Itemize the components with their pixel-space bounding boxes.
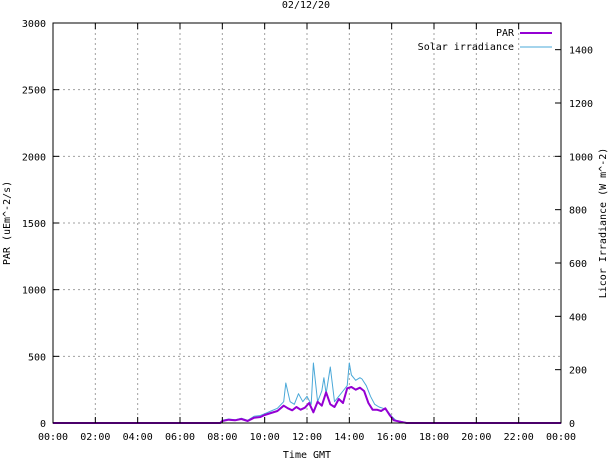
x-tick-label: 14:00 [334, 432, 364, 443]
legend-label-par: PAR [496, 28, 515, 39]
y2-tick-label: 1200 [569, 99, 593, 110]
grid [53, 23, 561, 423]
x-tick-label: 22:00 [504, 432, 534, 443]
x-tick-label: 16:00 [377, 432, 407, 443]
x-tick-label: 06:00 [165, 432, 195, 443]
y-tick-label: 1500 [22, 219, 46, 230]
x-tick-label: 00:00 [546, 432, 576, 443]
y-axis-label: PAR (uEm^-2/s) [2, 181, 13, 265]
x-tick-label: 20:00 [461, 432, 491, 443]
y2-tick-label: 1400 [569, 46, 593, 57]
y-tick-label: 2500 [22, 86, 46, 97]
x-tick-label: 18:00 [419, 432, 449, 443]
x-tick-label: 10:00 [250, 432, 280, 443]
x-tick-label: 12:00 [292, 432, 322, 443]
y2-tick-label: 1000 [569, 152, 593, 163]
y-tick-label: 3000 [22, 19, 46, 30]
legend: PAR Solar irradiance [418, 28, 552, 53]
chart-title: 02/12/20 [282, 0, 330, 11]
chart-svg: 02/12/20 00:00 02:00 04:00 06:00 08:00 10:00 1… [2, 0, 609, 459]
y2-tick-label: 0 [569, 419, 575, 430]
y2-tick-label: 800 [569, 206, 587, 217]
y-tick-label: 500 [28, 352, 46, 363]
y2-tick-label: 600 [569, 259, 587, 270]
y-tick-label: 0 [40, 419, 46, 430]
y-tick-label: 2000 [22, 152, 46, 163]
x-tick-label: 00:00 [38, 432, 68, 443]
y2-axis-label: Licor Irradiance (W m^-2) [598, 148, 609, 299]
x-tick-label: 04:00 [123, 432, 153, 443]
x-tick-label: 08:00 [207, 432, 237, 443]
y2-tick-label: 200 [569, 366, 587, 377]
x-tick-label: 02:00 [80, 432, 110, 443]
y2-tick-label: 400 [569, 312, 587, 323]
x-axis-label: Time GMT [283, 450, 331, 459]
legend-label-solar: Solar irradiance [418, 42, 514, 53]
y-tick-label: 1000 [22, 286, 46, 297]
